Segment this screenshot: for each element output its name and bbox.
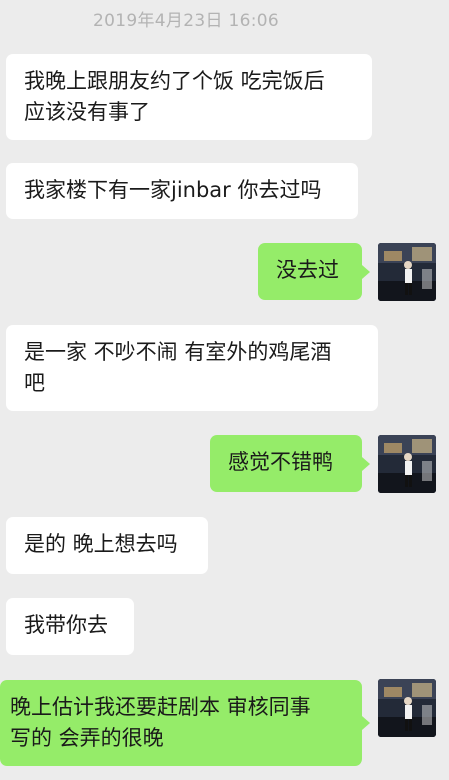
avatar-photo-icon (378, 679, 436, 737)
avatar-photo-icon (378, 243, 436, 301)
avatar-photo-icon (378, 435, 436, 493)
message-bubble-incoming[interactable]: 是的 晚上想去吗 (6, 517, 208, 574)
chat-timestamp: 2019年4月23日 16:06 (93, 11, 279, 31)
message-bubble-incoming[interactable]: 我带你去 (6, 598, 134, 655)
message-bubble-incoming[interactable]: 是一家 不吵不闹 有室外的鸡尾酒 吧 (6, 325, 378, 411)
message-bubble-incoming[interactable]: 我家楼下有一家jinbar 你去过吗 (6, 163, 358, 219)
message-bubble-incoming[interactable]: 我晚上跟朋友约了个饭 吃完饭后 应该没有事了 (6, 54, 372, 140)
chat-screen: 2019年4月23日 16:06 我晚上跟朋友约了个饭 吃完饭后 应该没有事了 … (0, 0, 449, 780)
user-avatar-icon[interactable] (378, 435, 436, 493)
message-bubble-outgoing[interactable]: 没去过 (258, 243, 370, 300)
user-avatar-icon[interactable] (378, 243, 436, 301)
message-bubble-outgoing[interactable]: 晚上估计我还要赶剧本 审核同事 写的 会弄的很晚 (0, 680, 370, 766)
user-avatar-icon[interactable] (378, 679, 436, 737)
message-bubble-outgoing[interactable]: 感觉不错鸭 (210, 435, 370, 492)
